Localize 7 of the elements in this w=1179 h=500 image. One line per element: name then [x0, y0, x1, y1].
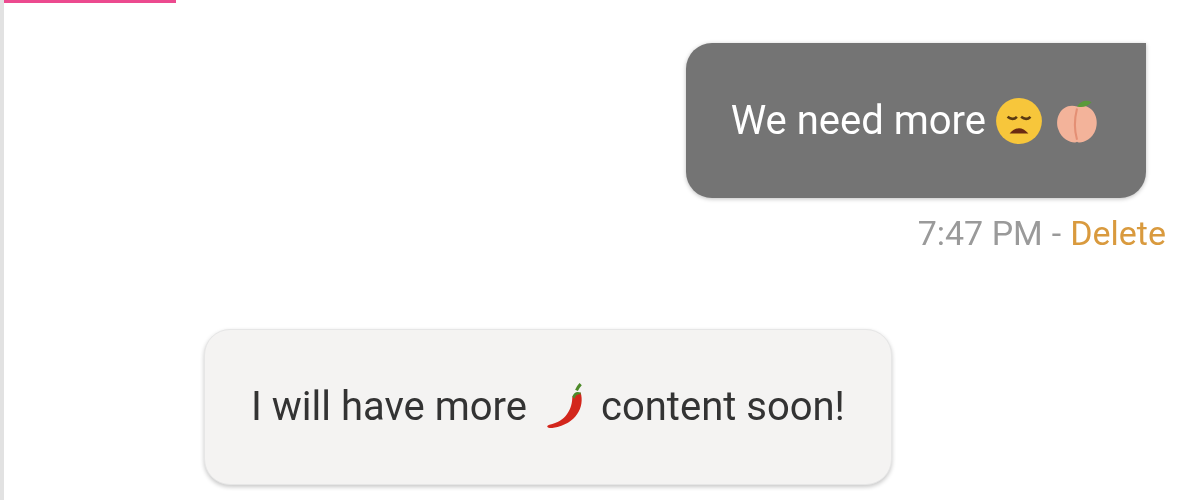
separator-text: - [1051, 216, 1062, 250]
weary-face-emoji-icon [994, 95, 1044, 146]
message-text: I will have more [251, 382, 527, 432]
delete-link[interactable]: Delete [1070, 216, 1166, 250]
message-text: content soon! [601, 382, 845, 432]
message-timestamp: 7:47 PM [917, 216, 1043, 250]
message-text: We need more [730, 95, 986, 146]
